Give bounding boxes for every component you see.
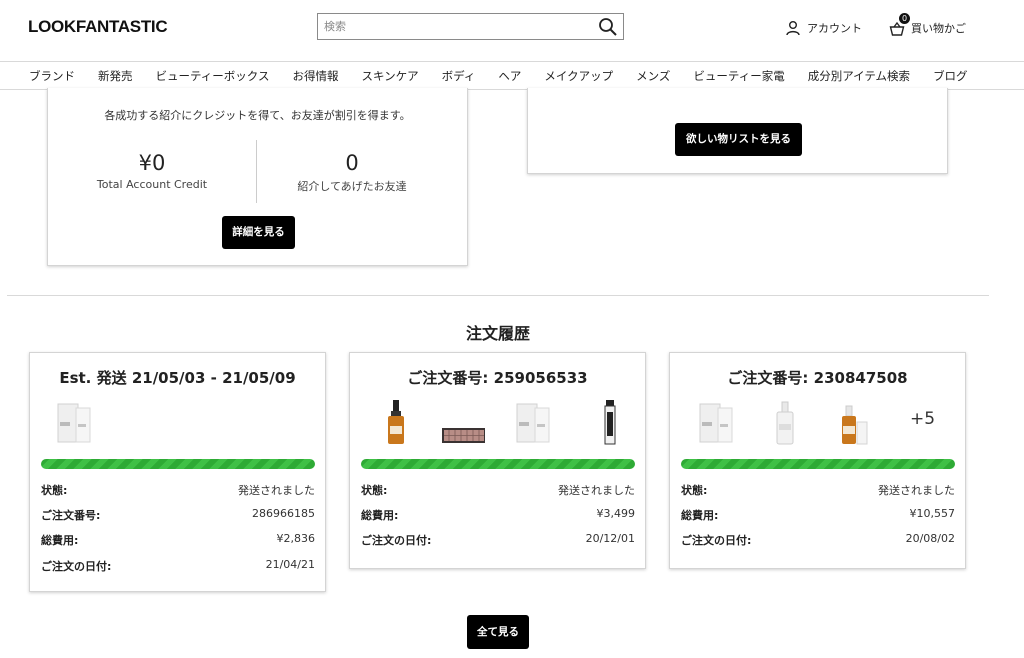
tube-icon[interactable] xyxy=(52,398,96,446)
account-credit-label: Total Account Credit xyxy=(96,178,208,191)
account-credit-value: ¥0 xyxy=(138,151,166,175)
row-key: 総費用: xyxy=(361,509,399,522)
row-key: 総費用: xyxy=(681,509,719,522)
basket-label: 買い物かご xyxy=(911,22,966,35)
search-icon[interactable] xyxy=(598,17,618,37)
user-icon xyxy=(786,21,800,36)
row-value: ¥2,836 xyxy=(276,532,316,545)
row-key: ご注文の日付: xyxy=(681,534,752,547)
nav-item-skincare[interactable]: スキンケア xyxy=(350,68,430,84)
site-header: LOOKFANTASTIC アカウント 0 買い物かご xyxy=(0,0,1024,62)
row-key: ご注文の日付: xyxy=(361,534,432,547)
tube-icon[interactable] xyxy=(511,398,555,446)
nav-item-body[interactable]: ボディ xyxy=(430,68,487,84)
nav-item-new[interactable]: 新発売 xyxy=(87,68,145,84)
order-progress-bar xyxy=(681,459,955,469)
row-value: 発送されました xyxy=(238,484,315,497)
referred-friends-label: 紹介してあげたお友達 xyxy=(297,180,407,193)
row-key: 状態: xyxy=(681,484,708,497)
order-card[interactable]: ご注文番号: 259056533 状態: 発送されました 総費用: ¥3,499… xyxy=(349,352,646,569)
account-label: アカウント xyxy=(807,22,862,35)
order-title: ご注文番号: 259056533 xyxy=(407,369,588,387)
referral-card: 各成功する紹介にクレジットを得て、お友達が割引を得ます。 ¥0 Total Ac… xyxy=(47,88,468,266)
row-value: 20/08/02 xyxy=(905,532,955,545)
section-divider xyxy=(7,295,989,296)
search-box xyxy=(317,13,624,40)
order-progress-fill xyxy=(681,459,955,469)
referred-friends-stat: 0 紹介してあげたお友達 xyxy=(248,150,456,194)
row-value: 286966185 xyxy=(252,507,315,520)
view-wishlist-button[interactable]: 欲しい物リストを見る xyxy=(675,123,802,156)
row-value: 21/04/21 xyxy=(265,558,315,571)
nav-item-mens[interactable]: メンズ xyxy=(625,68,682,84)
order-title: Est. 発送 21/05/03 - 21/05/09 xyxy=(59,369,296,387)
row-value: 発送されました xyxy=(558,484,635,497)
nav-item-offers[interactable]: お得情報 xyxy=(281,68,350,84)
row-key: ご注文番号: xyxy=(41,509,101,522)
dropper-bottle-icon[interactable] xyxy=(374,398,418,446)
basket-icon-wrap: 0 xyxy=(889,13,910,37)
row-value: 20/12/01 xyxy=(585,532,635,545)
basket-count-badge: 0 xyxy=(899,13,910,24)
row-key: ご注文の日付: xyxy=(41,560,112,573)
row-value: ¥10,557 xyxy=(909,507,956,520)
site-logo[interactable]: LOOKFANTASTIC xyxy=(28,17,168,37)
view-all-orders-button[interactable]: 全て見る xyxy=(467,615,529,649)
row-value: ¥3,499 xyxy=(596,507,636,520)
main-nav: ブランド 新発売 ビューティーボックス お得情報 スキンケア ボディ ヘア メイ… xyxy=(0,62,1024,90)
nav-item-blog[interactable]: ブログ xyxy=(922,68,980,84)
order-progress-bar xyxy=(41,459,315,469)
nav-item-brand[interactable]: ブランド xyxy=(0,68,87,84)
nav-item-ingredient-search[interactable]: 成分別アイテム検索 xyxy=(796,68,921,84)
referred-friends-value: 0 xyxy=(345,151,359,175)
wishlist-card: 欲しい物リストを見る xyxy=(527,88,948,174)
referral-details-button[interactable]: 詳細を見る xyxy=(222,216,295,249)
order-card[interactable]: ご注文番号: 230847508 +5 状態: 発送されました 総費用: ¥10… xyxy=(669,352,966,569)
search-input[interactable] xyxy=(318,14,600,39)
account-credit-stat: ¥0 Total Account Credit xyxy=(48,150,256,191)
order-card[interactable]: Est. 発送 21/05/03 - 21/05/09 状態: 発送されました … xyxy=(29,352,326,592)
order-progress-fill xyxy=(41,459,315,469)
nav-item-beauty-tech[interactable]: ビューティー家電 xyxy=(682,68,796,84)
nav-item-makeup[interactable]: メイクアップ xyxy=(533,68,625,84)
row-key: 状態: xyxy=(361,484,388,497)
order-progress-fill xyxy=(361,459,635,469)
dropper-bottle-icon[interactable] xyxy=(827,398,871,446)
order-history-title: 注文履歴 xyxy=(465,324,530,343)
more-items-count: +5 xyxy=(910,409,936,429)
referral-description: 各成功する紹介にクレジットを得て、お友達が割引を得ます。 xyxy=(104,109,411,122)
account-link[interactable]: アカウント xyxy=(785,18,862,38)
row-key: 総費用: xyxy=(41,534,79,547)
tube-icon[interactable] xyxy=(694,398,738,446)
nav-item-hair[interactable]: ヘア xyxy=(487,68,533,84)
serum-bottle-icon[interactable] xyxy=(763,398,807,446)
row-value: 発送されました xyxy=(878,484,955,497)
basket-link[interactable]: 0 買い物かご xyxy=(889,13,966,38)
mascara-icon[interactable] xyxy=(588,398,632,446)
order-title: ご注文番号: 230847508 xyxy=(727,369,908,387)
row-key: 状態: xyxy=(41,484,68,497)
order-progress-bar xyxy=(361,459,635,469)
nav-item-beauty-box[interactable]: ビューティーボックス xyxy=(144,68,281,84)
eyeshadow-palette-icon[interactable] xyxy=(441,398,485,446)
